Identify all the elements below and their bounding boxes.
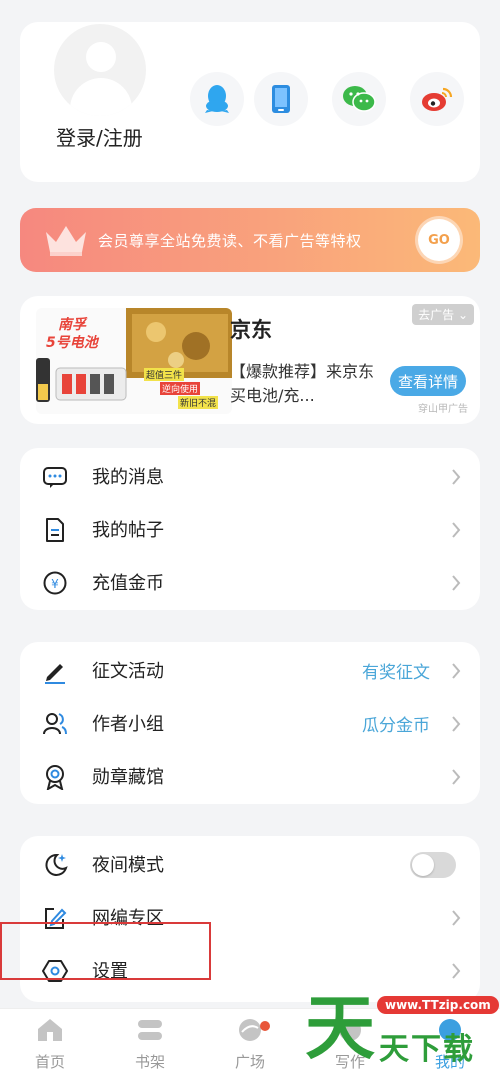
ad-tag-2: 逆向使用: [160, 382, 201, 395]
weibo-icon: [422, 87, 453, 111]
menu-item-recharge-coins[interactable]: ¥ 充值金币: [20, 556, 480, 609]
menu-label: 勋章藏馆: [92, 767, 164, 788]
chevron-right-icon: [452, 910, 461, 926]
menu-label: 我的帖子: [92, 520, 164, 541]
document-icon: [46, 518, 64, 542]
chevron-right-icon: [452, 575, 461, 591]
remove-ad-button[interactable]: 去广告 ⌄: [412, 304, 474, 325]
tab-bookshelf[interactable]: 书架: [100, 1017, 200, 1072]
ad-title: 京东: [230, 318, 272, 342]
wechat-icon: [343, 86, 376, 112]
menu-label: 征文活动: [92, 661, 164, 682]
menu-item-medal-hall[interactable]: 勋章藏馆: [20, 750, 480, 803]
svg-text:¥: ¥: [51, 577, 59, 591]
phone-icon: [272, 85, 290, 113]
chevron-right-icon: [452, 963, 461, 979]
ad-brand-text: 南孚: [58, 317, 86, 333]
ad-tag-1: 超值三件: [144, 368, 185, 381]
menu-item-author-group[interactable]: 作者小组 瓜分金币: [20, 697, 480, 750]
profile-card: 登录/注册: [20, 22, 480, 182]
crown-icon: [46, 226, 86, 256]
menu-item-my-posts[interactable]: 我的帖子: [20, 503, 480, 556]
moon-icon: [45, 853, 68, 876]
chevron-right-icon: [452, 522, 461, 538]
menu-label: 作者小组: [92, 714, 164, 735]
wechat-login-button[interactable]: [332, 72, 386, 126]
menu-group-account: 我的消息 我的帖子 ¥ 充值金币: [20, 448, 480, 610]
tab-home[interactable]: 首页: [0, 1017, 100, 1072]
avatar-head: [86, 42, 116, 72]
home-icon: [38, 1019, 62, 1041]
ad-image: 南孚 5号电池 超值三件 逆向使用 新旧不混: [36, 308, 232, 414]
menu-item-my-messages[interactable]: 我的消息: [20, 450, 480, 503]
bookshelf-icon: [138, 1020, 162, 1040]
menu-label: 充值金币: [92, 573, 164, 594]
avatar-body: [70, 78, 132, 116]
qq-login-button[interactable]: [190, 72, 244, 126]
tab-label: 广场: [234, 1053, 265, 1071]
menu-group-creation: 征文活动 有奖征文 作者小组 瓜分金币 勋章藏馆: [20, 642, 480, 804]
watermark-text: 天下载: [379, 1032, 475, 1067]
phone-login-button[interactable]: [254, 72, 308, 126]
tab-label: 首页: [34, 1053, 65, 1071]
pen-icon: [45, 664, 65, 684]
site-watermark: 天 www.TTzip.com 天下载: [305, 986, 500, 1084]
toggle-knob: [412, 854, 434, 876]
chevron-right-icon: [452, 716, 461, 732]
night-mode-toggle[interactable]: [410, 852, 456, 878]
login-register-link[interactable]: 登录/注册: [56, 124, 146, 152]
menu-label: 我的消息: [92, 467, 164, 488]
chevron-right-icon: [452, 769, 461, 785]
menu-label: 夜间模式: [92, 855, 164, 876]
menu-item-night-mode: 夜间模式: [20, 838, 480, 891]
watermark-big-char: 天: [305, 987, 375, 1069]
notification-dot: [260, 1021, 270, 1031]
highlight-box: [0, 922, 211, 980]
coin-icon: ¥: [43, 571, 67, 595]
vip-banner[interactable]: 会员尊享全站免费读、不看广告等特权 GO: [20, 208, 480, 272]
watermark-url: www.TTzip.com: [377, 996, 499, 1014]
square-icon: [239, 1019, 261, 1041]
tab-label: 书架: [134, 1053, 165, 1071]
qq-icon: [205, 85, 229, 113]
vip-text: 会员尊享全站免费读、不看广告等特权: [98, 232, 362, 250]
chevron-down-icon: ⌄: [457, 308, 468, 322]
medal-icon: [46, 765, 64, 790]
weibo-login-button[interactable]: [410, 72, 464, 126]
menu-extra-label: 有奖征文: [362, 663, 430, 683]
vip-go-button[interactable]: GO: [418, 219, 460, 261]
menu-extra-label: 瓜分金币: [362, 716, 430, 736]
chevron-right-icon: [452, 663, 461, 679]
ad-card[interactable]: 南孚 5号电池 超值三件 逆向使用 新旧不混 京东 【爆款推荐】来京东买电池/充…: [20, 296, 480, 424]
ad-description: 【爆款推荐】来京东买电池/充...: [230, 362, 375, 405]
view-details-button[interactable]: 查看详情: [390, 366, 466, 396]
ad-source-label: 穿山甲广告: [418, 404, 468, 415]
ad-product-text: 5号电池: [46, 335, 98, 351]
chevron-right-icon: [452, 469, 461, 485]
tab-square[interactable]: 广场: [200, 1017, 300, 1072]
menu-item-essay-contest[interactable]: 征文活动 有奖征文: [20, 644, 480, 697]
message-icon: [43, 467, 67, 488]
avatar[interactable]: [54, 24, 146, 116]
remove-ad-label: 去广告: [418, 308, 455, 322]
group-icon: [43, 713, 67, 735]
ad-tag-3: 新旧不混: [178, 396, 219, 409]
